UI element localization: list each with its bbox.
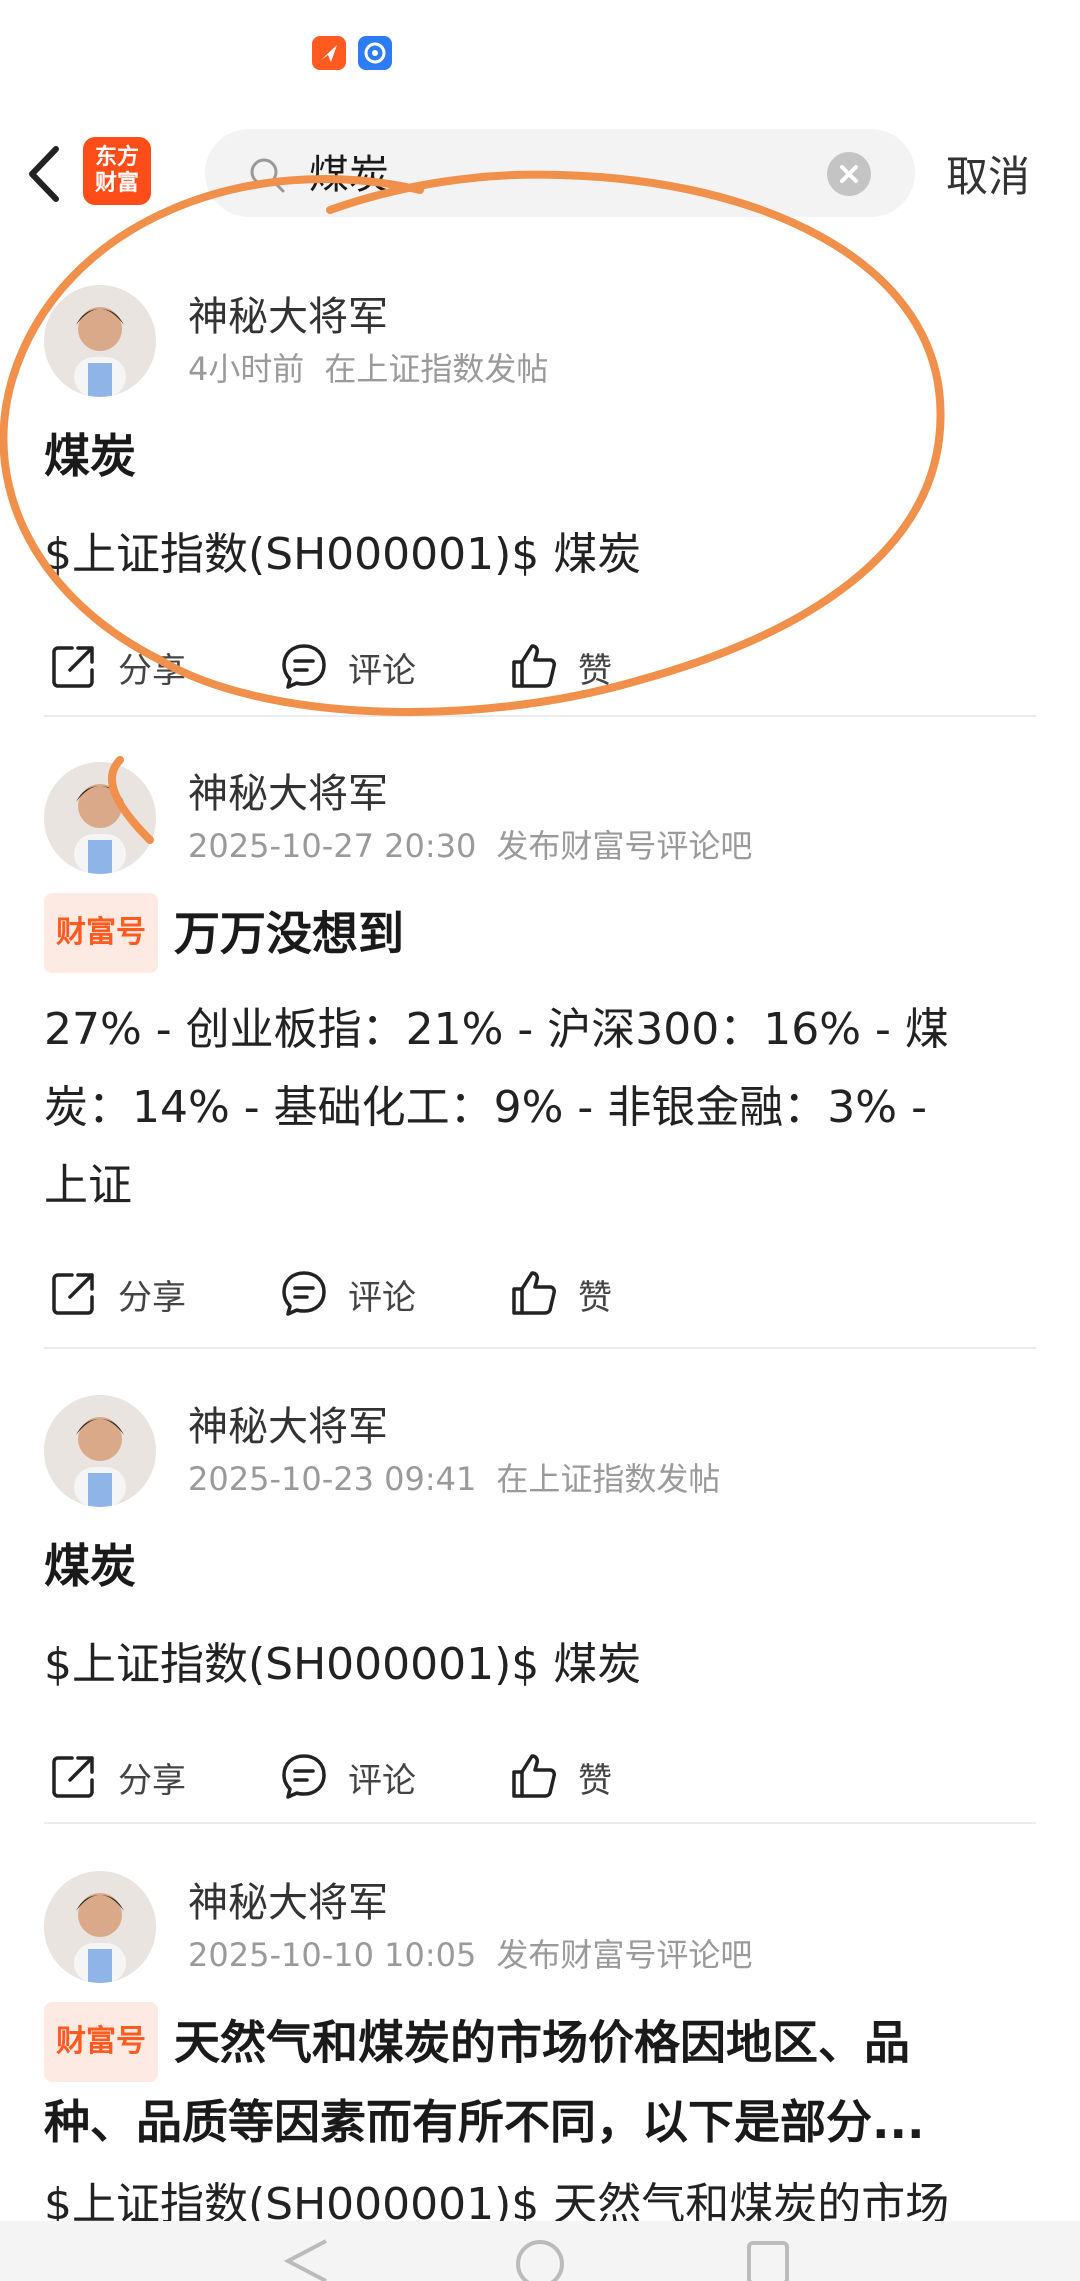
post-meta: 2025-10-10 10:05 发布财富号评论吧 — [188, 1930, 752, 1976]
post-actions: 分享 评论 赞 — [0, 1745, 1080, 1805]
search-box[interactable] — [205, 129, 915, 217]
nav-home-button[interactable] — [515, 2239, 565, 2281]
post-body[interactable]: $上证指数(SH000001)$ 天然气和煤炭的市场 — [44, 2166, 1040, 2221]
post-source[interactable]: 发布财富号评论吧 — [496, 827, 752, 865]
divider — [44, 715, 1036, 717]
nav-back-button[interactable] — [282, 2239, 332, 2281]
post-body[interactable]: $上证指数(SH000001)$ 煤炭 — [44, 516, 1040, 594]
comment-icon — [282, 1754, 326, 1799]
thumbs-up-icon — [512, 1271, 556, 1315]
post-actions: 分享 评论 赞 — [0, 635, 1080, 695]
comment-button[interactable]: 评论 — [278, 1745, 438, 1805]
post-title[interactable]: 煤炭 — [44, 1530, 1040, 1602]
avatar[interactable] — [44, 1395, 156, 1507]
like-button[interactable]: 赞 — [508, 1262, 638, 1322]
like-button[interactable]: 赞 — [508, 1745, 638, 1805]
avatar[interactable] — [44, 762, 156, 874]
wealth-account-badge: 财富号 — [44, 2002, 158, 2082]
post-card[interactable]: 神秘大将军 2025-10-27 20:30 发布财富号评论吧 财富号 万万没想到 … — [0, 757, 1080, 1349]
post-source[interactable]: 在上证指数发帖 — [496, 1460, 720, 1498]
search-header: 东方 财富 取消 — [0, 125, 1080, 221]
post-meta: 2025-10-23 09:41 在上证指数发帖 — [188, 1454, 720, 1500]
divider — [44, 1347, 1036, 1349]
post-body[interactable]: 27% - 创业板指：21% - 沪深300：16% - 煤 炭：14% - 基… — [44, 991, 1040, 1225]
post-card[interactable]: 神秘大将军 4小时前 在上证指数发帖 煤炭 $上证指数(SH000001)$ 煤炭… — [0, 280, 1080, 720]
author-name[interactable]: 神秘大将军 — [188, 1870, 388, 1928]
share-icon — [52, 1273, 94, 1315]
like-button[interactable]: 赞 — [508, 635, 638, 695]
comment-icon — [282, 1271, 326, 1316]
post-card[interactable]: 神秘大将军 2025-10-10 10:05 发布财富号评论吧 财富号 天然气和煤炭… — [0, 1866, 1080, 2221]
share-button[interactable]: 分享 — [48, 1262, 198, 1322]
post-meta: 2025-10-27 20:30 发布财富号评论吧 — [188, 821, 752, 867]
back-button[interactable] — [20, 143, 70, 205]
square-recents-icon — [747, 2241, 789, 2281]
post-body[interactable]: $上证指数(SH000001)$ 煤炭 — [44, 1626, 1040, 1704]
divider — [44, 1822, 1036, 1824]
clear-search-button[interactable] — [827, 152, 871, 196]
share-icon — [52, 646, 94, 688]
system-nav-bar — [0, 2221, 1080, 2281]
author-name[interactable]: 神秘大将军 — [188, 1394, 388, 1452]
app-icon-orange — [312, 36, 346, 70]
comment-icon — [282, 644, 326, 689]
author-name[interactable]: 神秘大将军 — [188, 284, 388, 342]
post-meta: 4小时前 在上证指数发帖 — [188, 344, 548, 390]
status-bar — [0, 0, 1080, 110]
post-time: 2025-10-10 10:05 — [188, 1936, 477, 1974]
thumbs-up-icon — [512, 644, 556, 688]
cancel-button[interactable]: 取消 — [946, 143, 1030, 204]
post-actions: 分享 评论 赞 — [0, 1262, 1080, 1322]
search-input[interactable] — [307, 135, 811, 207]
comment-button[interactable]: 评论 — [278, 1262, 438, 1322]
post-source[interactable]: 在上证指数发帖 — [324, 350, 548, 388]
search-icon — [250, 158, 285, 193]
comment-button[interactable]: 评论 — [278, 635, 438, 695]
avatar[interactable] — [44, 285, 156, 397]
share-icon — [52, 1756, 94, 1798]
chevron-left-icon — [29, 146, 59, 202]
share-button[interactable]: 分享 — [48, 1745, 198, 1805]
share-button[interactable]: 分享 — [48, 635, 198, 695]
post-time: 4小时前 — [188, 350, 305, 388]
triangle-back-icon — [283, 2239, 327, 2281]
post-title[interactable]: 财富号 万万没想到 — [44, 893, 1040, 977]
close-icon — [840, 165, 858, 183]
post-source[interactable]: 发布财富号评论吧 — [496, 1936, 752, 1974]
post-card[interactable]: 神秘大将军 2025-10-23 09:41 在上证指数发帖 煤炭 $上证指数(S… — [0, 1390, 1080, 1830]
post-title[interactable]: 煤炭 — [44, 420, 1040, 492]
circle-home-icon — [516, 2240, 564, 2281]
avatar[interactable] — [44, 1871, 156, 1983]
thumbs-up-icon — [512, 1754, 556, 1798]
author-name[interactable]: 神秘大将军 — [188, 761, 388, 819]
post-time: 2025-10-23 09:41 — [188, 1460, 477, 1498]
wealth-account-badge: 财富号 — [44, 893, 158, 973]
nav-recents-button[interactable] — [745, 2239, 791, 2281]
post-title[interactable]: 财富号 天然气和煤炭的市场价格因地区、品 种、品质等因素而有所不同，以下是部分..… — [44, 2002, 1040, 2158]
app-logo: 东方 财富 — [83, 137, 151, 205]
post-time: 2025-10-27 20:30 — [188, 827, 477, 865]
app-icon-blue — [358, 36, 392, 70]
